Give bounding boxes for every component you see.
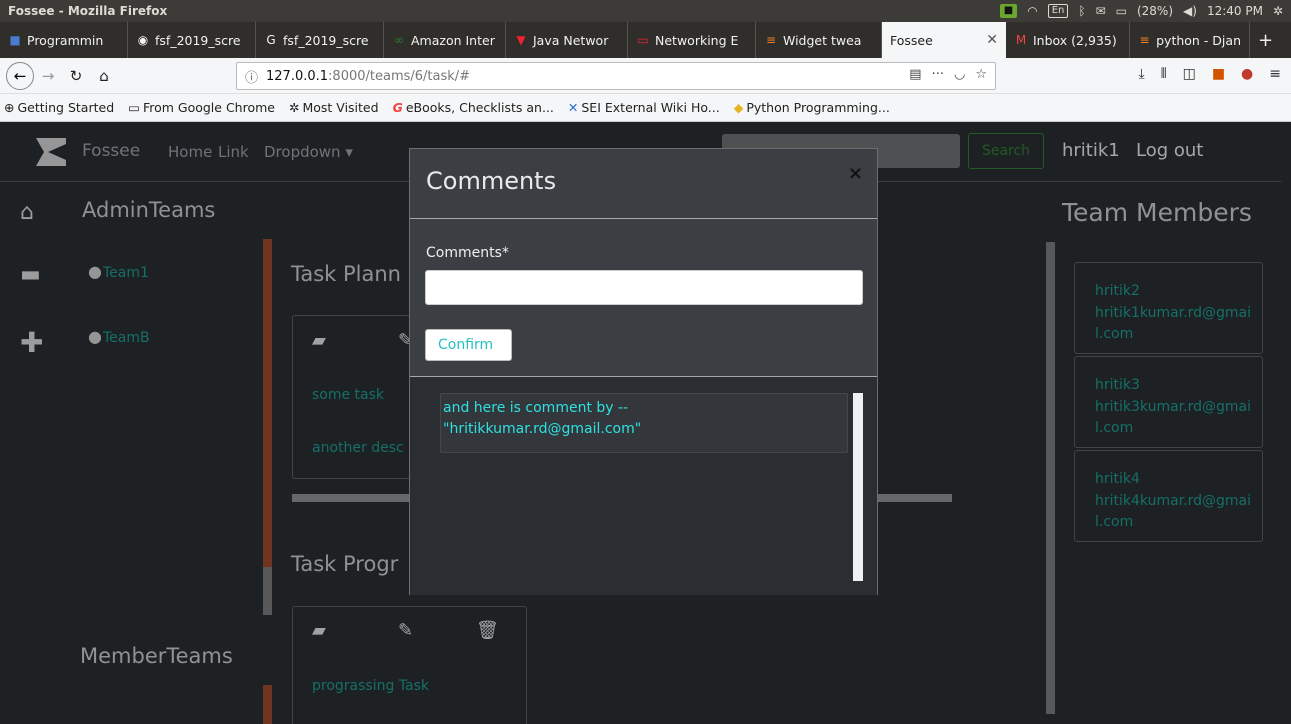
download-icon[interactable]: ⤓ — [1138, 66, 1144, 82]
stack-overflow-icon: ≡ — [765, 33, 777, 47]
tab-widget[interactable]: ≡ Widget twea — [756, 22, 882, 58]
folder-icon: ▭ — [128, 100, 140, 115]
pocket-icon[interactable]: ◡ — [954, 67, 965, 82]
url-host: 127.0.0.1 — [266, 68, 329, 84]
comments-input[interactable] — [425, 270, 863, 305]
comments-list: and here is comment by -- "hritikkumar.r… — [410, 377, 877, 595]
bluetooth-icon[interactable]: ᛒ — [1078, 4, 1085, 18]
github-icon: ◉ — [137, 33, 149, 47]
window-title: Fossee - Mozilla Firefox — [8, 4, 168, 18]
page-actions-icon[interactable]: ··· — [932, 67, 944, 82]
new-tab-icon[interactable]: + — [1250, 30, 1281, 51]
sidebar-icon[interactable]: ◫ — [1183, 66, 1196, 82]
tab-amazon[interactable]: ∞ Amazon Inter — [384, 22, 506, 58]
stack-overflow-icon: ≡ — [1139, 33, 1150, 47]
tab-inbox[interactable]: M Inbox (2,935) — [1006, 22, 1130, 58]
confirm-button[interactable]: Confirm — [425, 329, 512, 361]
system-tray: ■ ◠ En ᛒ ✉ ▭ (28%) ◀) 12:40 PM ✲ — [999, 0, 1283, 22]
forward-arrow-icon[interactable]: → — [34, 67, 62, 85]
clock[interactable]: 12:40 PM — [1207, 4, 1263, 18]
bookmarks-bar: ⊕ Getting Started ▭ From Google Chrome ✲ Mo… — [0, 94, 1291, 122]
green-site-icon: ∞ — [394, 33, 404, 47]
g-icon: G — [392, 100, 403, 115]
extension-icon[interactable]: ■ — [1212, 66, 1225, 82]
confluence-icon: ✕ — [567, 100, 579, 115]
keyboard-indicator[interactable]: En — [1047, 4, 1069, 18]
bookmark-most-visited[interactable]: ✲ Most Visited — [289, 100, 379, 115]
google-icon: G — [266, 33, 276, 47]
v-icon: ▼ — [516, 33, 526, 47]
close-icon[interactable]: × — [848, 163, 863, 184]
library-icon[interactable]: ⫴ — [1161, 66, 1167, 82]
comment-text: and here is comment by -- "hritikkumar.r… — [443, 400, 642, 437]
comments-scrollbar[interactable] — [853, 393, 863, 581]
tab-networking[interactable]: ▭ Networking E — [628, 22, 756, 58]
bookmark-from-google-chrome[interactable]: ▭ From Google Chrome — [128, 100, 275, 115]
close-tab-icon[interactable]: ✕ — [970, 32, 998, 48]
gmail-icon: M — [1015, 33, 1027, 47]
bookmark-star-icon[interactable]: ☆ — [975, 67, 987, 82]
menu-icon[interactable]: ≡ — [1269, 66, 1281, 82]
wifi-icon[interactable]: ◠ — [1027, 4, 1037, 18]
tab-programming[interactable]: ■ Programmin — [0, 22, 128, 58]
back-arrow-icon[interactable]: ← — [6, 61, 34, 90]
battery-level: (28%) — [1136, 4, 1174, 18]
oracle-icon: ▭ — [637, 33, 649, 47]
page-icon: ■ — [9, 33, 21, 47]
url-path: :8000/teams/6/task/# — [328, 68, 471, 84]
comment-item: and here is comment by -- "hritikkumar.r… — [440, 393, 848, 453]
tab-google[interactable]: G fsf_2019_scre — [256, 22, 384, 58]
modal-divider — [410, 218, 877, 219]
app-indicator-icon[interactable]: ■ — [999, 4, 1018, 18]
bookmark-sei-wiki[interactable]: ✕ SEI External Wiki Ho... — [568, 100, 720, 115]
comments-label: Comments* — [426, 245, 509, 261]
globe-icon: ⊕ — [4, 100, 15, 115]
python-icon: ◆ — [733, 100, 744, 115]
tab-java-network[interactable]: ▼ Java Networ — [506, 22, 628, 58]
web-page: Fossee Home Link Dropdown ▾ Search hriti… — [0, 122, 1291, 724]
mail-icon[interactable]: ✉ — [1096, 4, 1106, 18]
battery-icon[interactable]: ▭ — [1116, 4, 1127, 18]
volume-icon[interactable]: ◀) — [1183, 4, 1197, 18]
settings-gear-icon[interactable]: ✲ — [1273, 4, 1283, 18]
reload-icon[interactable]: ↻ — [62, 67, 90, 85]
os-top-bar: Fossee - Mozilla Firefox ■ ◠ En ᛒ ✉ ▭ (2… — [0, 0, 1291, 22]
adblock-icon[interactable]: ● — [1241, 66, 1253, 82]
bookmark-getting-started[interactable]: ⊕ Getting Started — [4, 100, 114, 115]
tab-fossee-active[interactable]: Fossee ✕ — [882, 22, 1006, 58]
browser-toolbar: ← → ↻ ⌂ ⓘ 127.0.0.1:8000/teams/6/task/# … — [0, 58, 1291, 94]
tab-python-django[interactable]: ≡ python - Djan — [1130, 22, 1250, 58]
url-bar[interactable]: ⓘ 127.0.0.1:8000/teams/6/task/# ▤ ··· ◡ … — [236, 62, 996, 90]
home-icon[interactable]: ⌂ — [90, 67, 118, 85]
reader-view-icon[interactable]: ▤ — [909, 67, 921, 82]
gear-icon: ✲ — [288, 100, 300, 115]
bookmark-ebooks[interactable]: GeBooks, Checklists an... — [393, 100, 554, 115]
tab-github[interactable]: ◉ fsf_2019_scre — [128, 22, 256, 58]
browser-tab-bar: ■ Programmin ◉ fsf_2019_scre G fsf_2019_… — [0, 22, 1291, 58]
comments-modal: Comments × Comments* Confirm and here is… — [409, 148, 878, 595]
modal-title: Comments — [426, 167, 557, 195]
bookmark-python-programming[interactable]: ◆ Python Programming... — [734, 100, 890, 115]
info-icon[interactable]: ⓘ — [245, 67, 258, 86]
